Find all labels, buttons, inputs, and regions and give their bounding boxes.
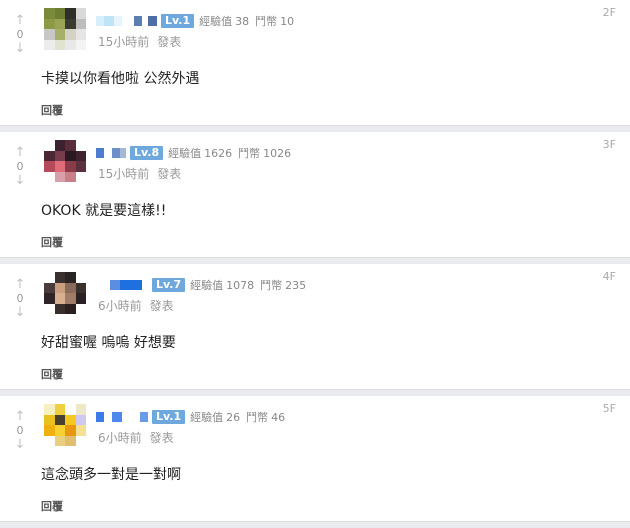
- vote-column: ↑ 0 ↓: [10, 146, 30, 188]
- post-label: 發表: [149, 431, 174, 445]
- vote-column: ↑ 0 ↓: [10, 14, 30, 56]
- reply-button[interactable]: 回覆: [41, 102, 63, 118]
- coin-label: 鬥幣: [260, 279, 283, 292]
- coin-stat: 鬥幣 1026: [238, 145, 291, 161]
- post-time: 15小時前 發表: [98, 33, 181, 50]
- vote-count: 0: [16, 292, 24, 305]
- arrow-up-icon[interactable]: ↑: [10, 14, 30, 28]
- coin-label: 鬥幣: [255, 15, 278, 28]
- comment-text: 卡摸以你看他啦 公然外遇: [41, 71, 200, 87]
- username-pixelated[interactable]: [96, 280, 148, 290]
- time-ago: 15小時前: [98, 167, 150, 181]
- comment-text: 好甜蜜喔 嗚嗚 好想要: [41, 335, 176, 351]
- reply-button[interactable]: 回覆: [41, 234, 63, 250]
- vote-count: 0: [16, 28, 24, 41]
- vote-count: 0: [16, 160, 24, 173]
- coin-value: 1026: [263, 147, 292, 160]
- avatar[interactable]: [44, 8, 86, 50]
- coin-label: 鬥幣: [238, 147, 261, 160]
- arrow-up-icon[interactable]: ↑: [10, 146, 30, 160]
- floor-number: 2F: [602, 6, 616, 19]
- user-meta: Lv.1 經驗值 38 鬥幣 10: [96, 12, 300, 30]
- arrow-up-icon[interactable]: ↑: [10, 278, 30, 292]
- exp-value: 1078: [226, 279, 255, 292]
- vote-count: 0: [16, 424, 24, 437]
- coin-stat: 鬥幣 235: [260, 277, 306, 293]
- comment-text: 這念頭多一對是一對啊: [41, 467, 181, 483]
- post-time: 15小時前 發表: [98, 165, 181, 182]
- coin-stat: 鬥幣 46: [246, 409, 285, 425]
- exp-label: 經驗值: [190, 411, 224, 424]
- comment-card: ↑ 0 ↓ Lv.1 經驗值 26 鬥幣 46 6小時前 發表 5F 這念頭多一對是一…: [0, 396, 630, 522]
- avatar[interactable]: [44, 140, 86, 182]
- floor-number: 5F: [602, 402, 616, 415]
- exp-stat: 經驗值 1078: [190, 277, 254, 293]
- exp-value: 1626: [204, 147, 233, 160]
- coin-value: 46: [271, 411, 286, 424]
- avatar[interactable]: [44, 404, 86, 446]
- time-ago: 15小時前: [98, 35, 150, 49]
- level-badge: Lv.1: [152, 410, 186, 424]
- post-time: 6小時前 發表: [98, 429, 174, 446]
- exp-label: 經驗值: [168, 147, 202, 160]
- coin-value: 235: [285, 279, 307, 292]
- username-pixelated[interactable]: [96, 148, 126, 158]
- level-badge: Lv.8: [130, 146, 164, 160]
- floor-number: 3F: [602, 138, 616, 151]
- coin-label: 鬥幣: [246, 411, 269, 424]
- time-ago: 6小時前: [98, 431, 142, 445]
- post-label: 發表: [157, 167, 182, 181]
- post-label: 發表: [149, 299, 174, 313]
- time-ago: 6小時前: [98, 299, 142, 313]
- arrow-down-icon[interactable]: ↓: [10, 174, 30, 188]
- exp-value: 26: [226, 411, 241, 424]
- floor-number: 4F: [602, 270, 616, 283]
- level-badge: Lv.7: [152, 278, 186, 292]
- user-meta: Lv.1 經驗值 26 鬥幣 46: [96, 408, 291, 426]
- user-meta: Lv.7 經驗值 1078 鬥幣 235: [96, 276, 312, 294]
- exp-label: 經驗值: [190, 279, 224, 292]
- reply-button[interactable]: 回覆: [41, 366, 63, 382]
- arrow-down-icon[interactable]: ↓: [10, 438, 30, 452]
- arrow-down-icon[interactable]: ↓: [10, 42, 30, 56]
- username-pixelated[interactable]: [96, 412, 148, 422]
- exp-stat: 經驗值 38: [199, 13, 249, 29]
- post-label: 發表: [157, 35, 182, 49]
- vote-column: ↑ 0 ↓: [10, 410, 30, 452]
- exp-value: 38: [235, 15, 250, 28]
- comment-card: ↑ 0 ↓ Lv.7 經驗值 1078 鬥幣 235 6小時前 發表 4F 好甜蜜喔 …: [0, 264, 630, 390]
- post-time: 6小時前 發表: [98, 297, 174, 314]
- arrow-down-icon[interactable]: ↓: [10, 306, 30, 320]
- coin-stat: 鬥幣 10: [255, 13, 294, 29]
- vote-column: ↑ 0 ↓: [10, 278, 30, 320]
- arrow-up-icon[interactable]: ↑: [10, 410, 30, 424]
- exp-label: 經驗值: [199, 15, 233, 28]
- comment-card: ↑ 0 ↓ Lv.1 經驗值 38 鬥幣 10 15小時前 發表 2F 卡摸以你看他啦…: [0, 0, 630, 126]
- level-badge: Lv.1: [161, 14, 195, 28]
- username-pixelated[interactable]: [96, 16, 157, 26]
- reply-button[interactable]: 回覆: [41, 498, 63, 514]
- comment-text: OKOK 就是要這樣!!: [41, 203, 167, 219]
- exp-stat: 經驗值 26: [190, 409, 240, 425]
- user-meta: Lv.8 經驗值 1626 鬥幣 1026: [96, 144, 297, 162]
- exp-stat: 經驗值 1626: [168, 145, 232, 161]
- comment-card: ↑ 0 ↓ Lv.8 經驗值 1626 鬥幣 1026 15小時前 發表 3F OKO…: [0, 132, 630, 258]
- coin-value: 10: [280, 15, 295, 28]
- avatar[interactable]: [44, 272, 86, 314]
